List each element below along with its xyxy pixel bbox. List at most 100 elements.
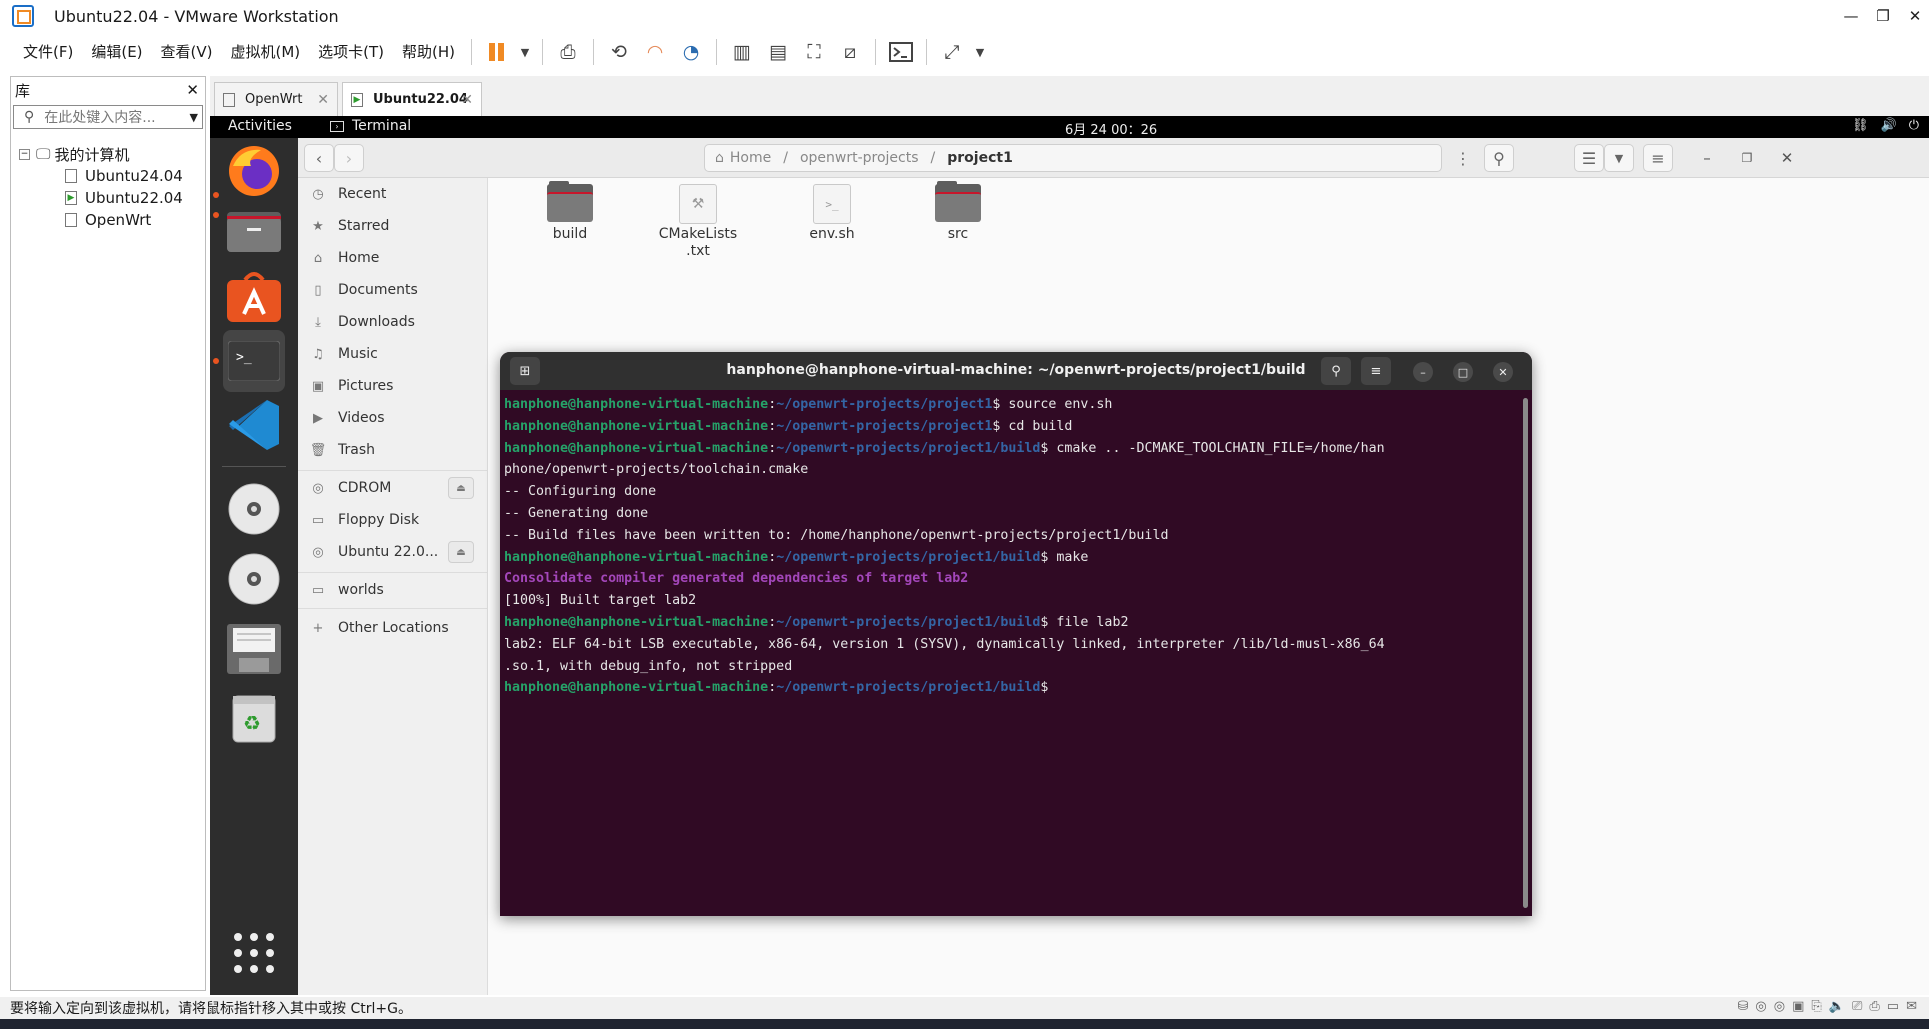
back-button[interactable]: ‹ [304, 144, 334, 172]
file-item-src[interactable]: src [912, 181, 1004, 242]
cdrom-icon[interactable]: ◎ [1774, 999, 1785, 1014]
menu-vm[interactable]: 虚拟机(M) [222, 32, 310, 72]
vscode-icon[interactable] [223, 394, 285, 456]
console-view-icon[interactable] [886, 37, 916, 67]
menu-file[interactable]: 文件(F) [14, 32, 82, 72]
search-icon[interactable]: ⚲ [1321, 357, 1351, 385]
library-search-input[interactable]: ⚲ 在此处键入内容... ▼ [13, 105, 203, 129]
cdrom-icon[interactable]: ◎ [1755, 999, 1766, 1014]
sidebar-item-floppy[interactable]: ▭ Floppy Disk [298, 506, 488, 534]
activities-button[interactable]: Activities [228, 118, 292, 134]
terminal-window[interactable]: ⊞ hanphone@hanphone-virtual-machine: ~/o… [500, 352, 1532, 916]
path-segment[interactable]: openwrt-projects [800, 150, 919, 166]
chevron-down-icon[interactable]: ▼ [1604, 144, 1634, 172]
collapse-icon[interactable]: − [19, 148, 30, 160]
terminal-scrollbar[interactable] [1523, 398, 1528, 908]
app-menu[interactable]: › Terminal [330, 118, 411, 134]
menu-icon[interactable]: ≡ [1361, 357, 1391, 385]
sidebar-item-downloads[interactable]: ⤓ Downloads [298, 308, 488, 336]
sidebar-item-videos[interactable]: ▶ Videos [298, 404, 488, 432]
more-icon[interactable]: ⋮ [1448, 144, 1478, 172]
file-item-envsh[interactable]: >_ env.sh [786, 184, 878, 242]
snapshot-disabled-icon[interactable]: ⟲ [604, 37, 634, 67]
sidebar-item-recent[interactable]: ◷ Recent [298, 180, 488, 208]
path-bar[interactable]: ⌂ Home / openwrt-projects / project1 [704, 144, 1442, 172]
sidebar-item-starred[interactable]: ★ Starred [298, 212, 488, 240]
chevron-down-icon[interactable]: ▼ [190, 111, 198, 124]
message-icon[interactable]: ✉ [1906, 999, 1917, 1014]
menu-tabs[interactable]: 选项卡(T) [309, 32, 393, 72]
download-icon: ⤓ [315, 314, 321, 330]
send-keys-icon[interactable]: ⎙ [553, 37, 583, 67]
maximize-icon[interactable]: □ [1453, 362, 1473, 382]
close-icon[interactable]: ✕ [1892, 0, 1929, 32]
usb-icon[interactable]: ⎚ [1852, 999, 1862, 1014]
floppy-icon[interactable]: ▣ [1792, 999, 1804, 1014]
tree-item-ubuntu2404[interactable]: Ubuntu24.04 [11, 165, 205, 187]
maximize-icon[interactable]: ❐ [1732, 144, 1762, 172]
close-icon[interactable]: ✕ [1772, 144, 1802, 172]
hard-disk-icon[interactable]: ⛁ [1738, 999, 1749, 1014]
snapshot-manager-icon[interactable]: ◔ [676, 37, 706, 67]
app-center-icon[interactable] [223, 266, 285, 328]
eject-icon[interactable]: ⏏ [448, 477, 474, 499]
menu-view[interactable]: 查看(V) [152, 32, 222, 72]
sidebar-item-cdrom[interactable]: ◎ CDROM ⏏ [298, 474, 488, 502]
close-icon[interactable]: ✕ [317, 92, 329, 108]
tree-root[interactable]: − 🖵 我的计算机 [11, 143, 205, 165]
show-library-icon[interactable]: ▥ [727, 37, 757, 67]
network-icon[interactable]: ⎘ [1811, 999, 1821, 1014]
disc-icon[interactable] [223, 548, 285, 610]
chevron-down-icon[interactable]: ▼ [518, 37, 532, 67]
sidebar-item-trash[interactable]: 🗑 Trash [298, 436, 488, 464]
file-item-cmakelists[interactable]: ⚒ CMakeLists .txt [652, 184, 744, 260]
list-view-icon[interactable]: ☰ [1574, 144, 1604, 172]
close-icon[interactable]: ✕ [1493, 362, 1513, 382]
eject-icon[interactable]: ⏏ [448, 541, 474, 563]
menu-icon[interactable]: ≡ [1643, 144, 1673, 172]
terminal-output[interactable]: hanphone@hanphone-virtual-machine:~/open… [504, 394, 1520, 910]
search-icon[interactable]: ⚲ [1484, 144, 1514, 172]
tab-openwrt[interactable]: OpenWrt ✕ [214, 82, 338, 116]
tree-item-openwrt[interactable]: OpenWrt [11, 209, 205, 231]
files-icon[interactable] [223, 198, 285, 260]
unity-icon[interactable]: ⧄ [835, 37, 865, 67]
sidebar-item-ubuntu-disc[interactable]: ◎ Ubuntu 22.0... ⏏ [298, 538, 488, 566]
path-segment-current[interactable]: project1 [947, 150, 1013, 166]
sidebar-item-worlds[interactable]: ▭ worlds [298, 576, 488, 604]
clock[interactable]: 6月 24 00：26 [1065, 119, 1157, 138]
tree-item-ubuntu2204[interactable]: ▶ Ubuntu22.04 [11, 187, 205, 209]
sidebar-item-music[interactable]: ♫ Music [298, 340, 488, 368]
thumbnail-bar-icon[interactable]: ▤ [763, 37, 793, 67]
forward-button[interactable]: › [334, 144, 364, 172]
stretch-guest-icon[interactable]: ⤢ [937, 37, 967, 67]
path-segment-home[interactable]: Home [730, 150, 771, 166]
close-icon[interactable]: ✕ [186, 81, 199, 99]
sidebar-item-pictures[interactable]: ▣ Pictures [298, 372, 488, 400]
menu-help[interactable]: 帮助(H) [393, 32, 464, 72]
sidebar-item-home[interactable]: ⌂ Home [298, 244, 488, 272]
chevron-down-icon[interactable]: ▼ [973, 37, 987, 67]
pause-icon[interactable] [482, 37, 512, 67]
full-screen-icon[interactable]: ⛶ [799, 37, 829, 67]
tab-ubuntu2204[interactable]: ▶ Ubuntu22.04 ✕ [342, 82, 482, 116]
close-icon[interactable]: ✕ [461, 92, 473, 108]
show-apps-icon[interactable] [223, 922, 285, 984]
sidebar-item-documents[interactable]: ▯ Documents [298, 276, 488, 304]
firefox-icon[interactable] [223, 140, 285, 202]
display-icon[interactable]: ▭ [1887, 999, 1899, 1014]
system-tray[interactable]: ⛓ 🔊 ⏻ [1852, 118, 1919, 133]
floppy-icon[interactable] [223, 618, 285, 680]
terminal-icon[interactable]: >_ [223, 330, 285, 392]
minimize-icon[interactable]: – [1692, 144, 1722, 172]
sound-icon[interactable]: 🔈 [1829, 999, 1845, 1014]
trash-icon[interactable]: ♻ [223, 688, 285, 750]
guest-display[interactable]: Activities › Terminal 6月 24 00：26 ⛓ 🔊 ⏻ … [210, 116, 1929, 995]
printer-icon[interactable]: ⎙ [1869, 999, 1879, 1014]
menu-edit[interactable]: 编辑(E) [82, 32, 151, 72]
file-item-build[interactable]: build [524, 181, 616, 242]
revert-snapshot-icon[interactable]: ◠ [640, 37, 670, 67]
minimize-icon[interactable]: – [1413, 362, 1433, 382]
cdrom-icon[interactable] [223, 478, 285, 540]
sidebar-item-other-locations[interactable]: + Other Locations [298, 614, 488, 642]
